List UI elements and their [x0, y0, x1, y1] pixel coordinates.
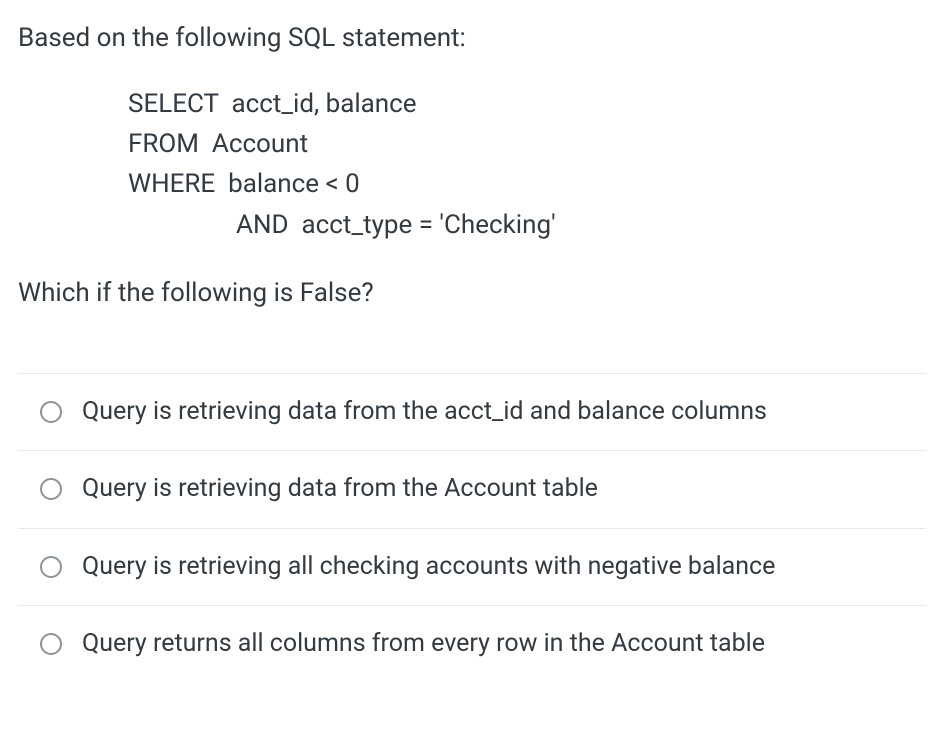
option-label: Query is retrieving all checking account… [82, 551, 775, 584]
question-intro: Based on the following SQL statement: [18, 20, 926, 58]
radio-icon [40, 556, 62, 578]
sql-line-3: WHERE balance < 0 [128, 164, 926, 204]
option-label: Query is retrieving data from the acct_i… [82, 396, 767, 429]
options-list: Query is retrieving data from the acct_i… [18, 373, 926, 671]
sql-statement: SELECT acct_id, balance FROM Account WHE… [128, 84, 926, 245]
option-1[interactable]: Query is retrieving data from the acct_i… [18, 373, 926, 451]
sql-line-4: AND acct_type = 'Checking' [236, 205, 926, 245]
sql-line-2: FROM Account [128, 124, 926, 164]
option-3[interactable]: Query is retrieving all checking account… [18, 528, 926, 606]
radio-icon [40, 633, 62, 655]
radio-icon [40, 401, 62, 423]
option-label: Query returns all columns from every row… [82, 628, 765, 661]
question-container: Based on the following SQL statement: SE… [0, 0, 944, 701]
radio-icon [40, 478, 62, 500]
option-4[interactable]: Query returns all columns from every row… [18, 605, 926, 671]
option-label: Query is retrieving data from the Accoun… [82, 473, 598, 506]
option-2[interactable]: Query is retrieving data from the Accoun… [18, 450, 926, 528]
sql-line-1: SELECT acct_id, balance [128, 84, 926, 124]
question-prompt: Which if the following is False? [18, 275, 926, 313]
